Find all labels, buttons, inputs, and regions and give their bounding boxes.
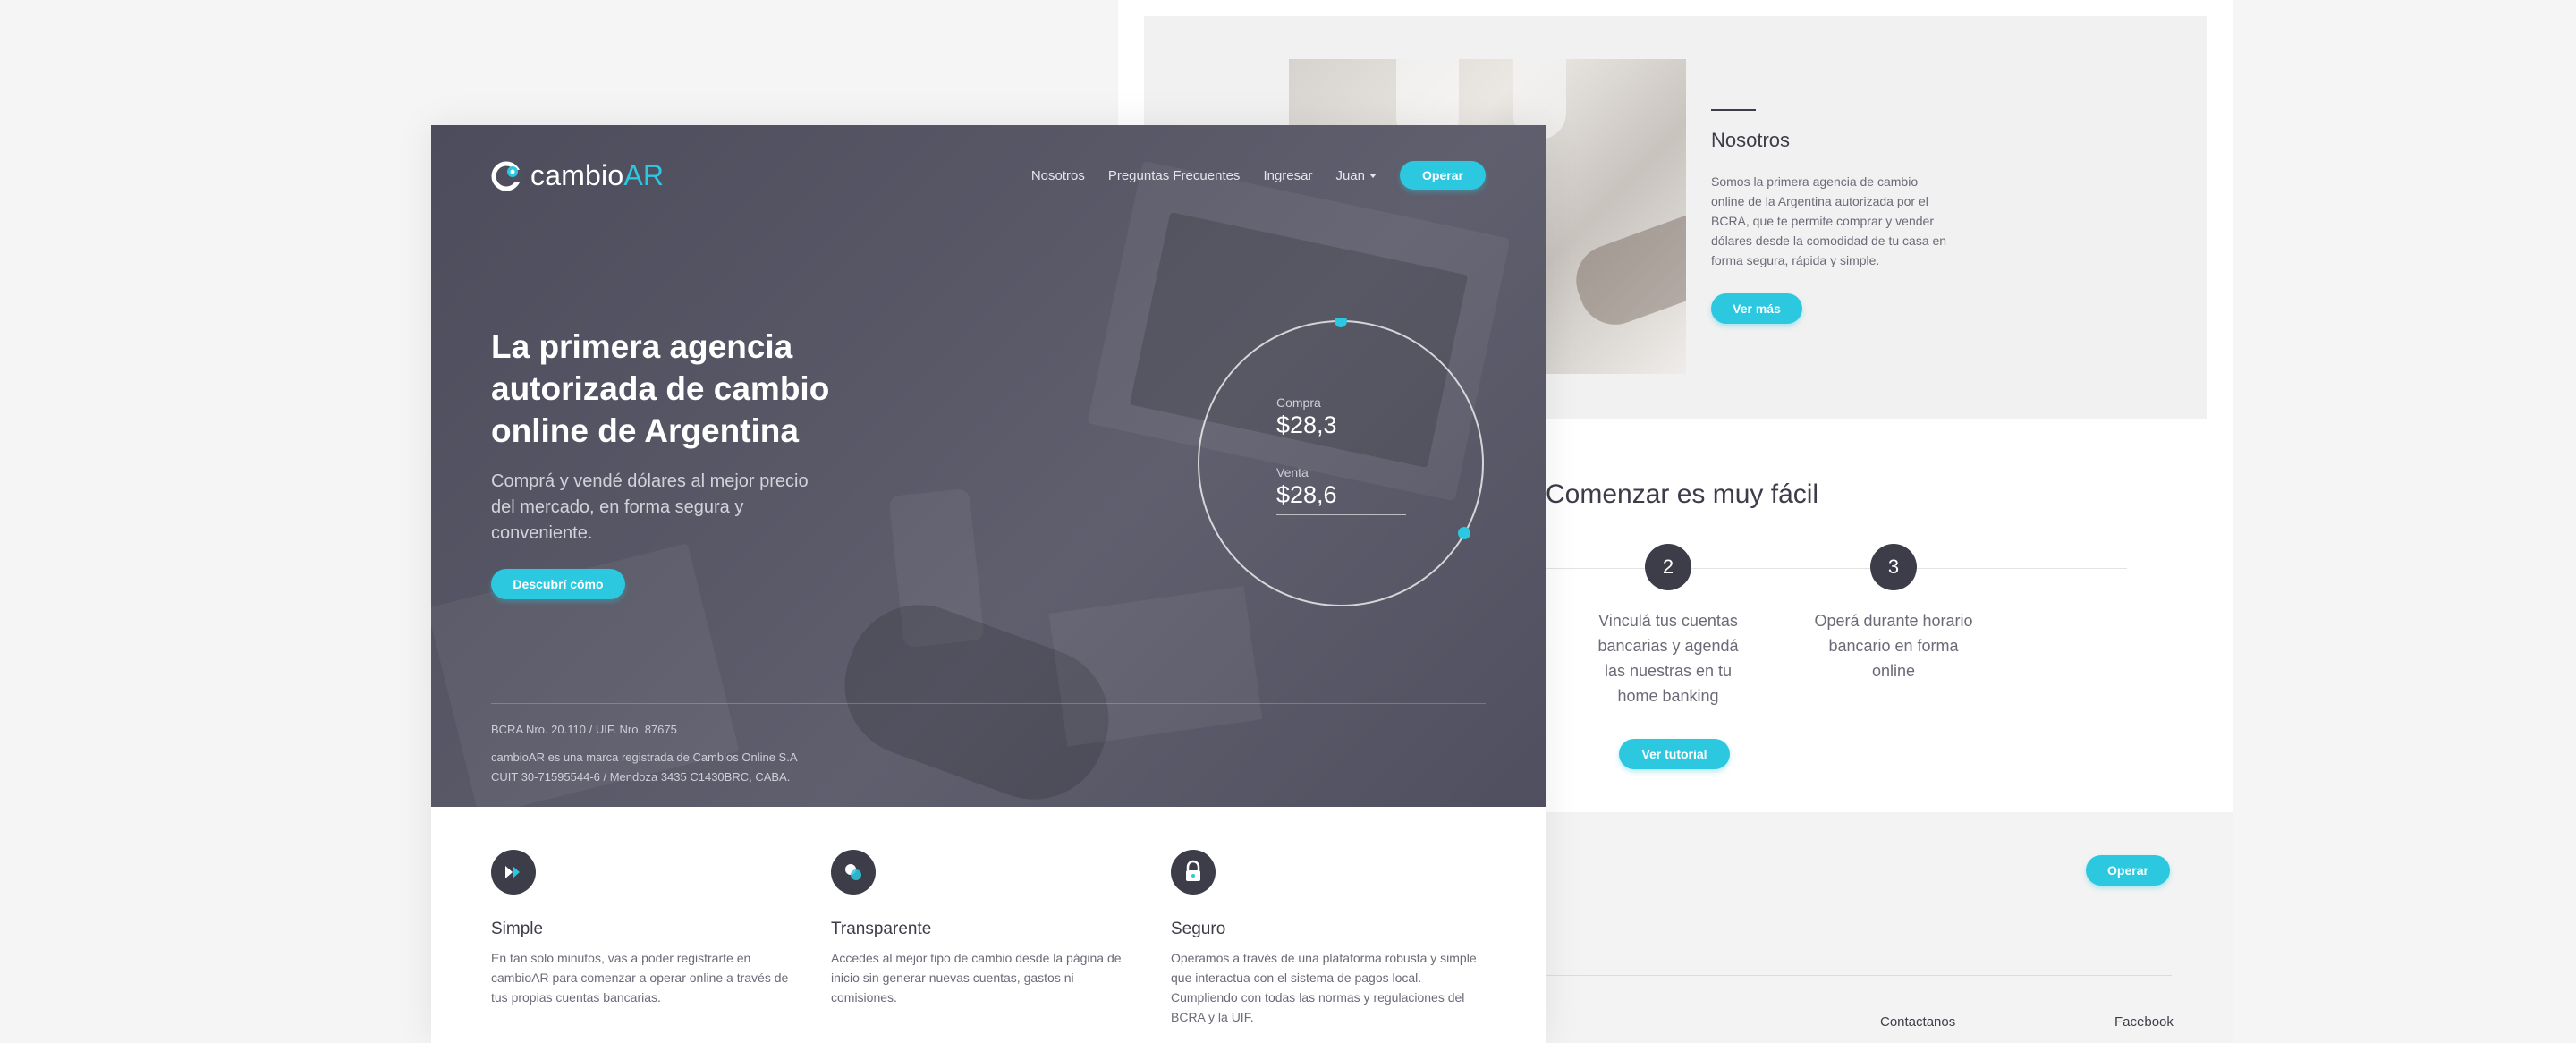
logo[interactable]: cambioAR bbox=[491, 157, 664, 193]
step-item: 3 Operá durante horario bancario en form… bbox=[1809, 544, 1979, 683]
transparent-circles-icon bbox=[831, 850, 876, 895]
logo-text: cambioAR bbox=[530, 159, 664, 192]
about-text: Nosotros Somos la primera agencia de cam… bbox=[1711, 109, 1953, 324]
compra-label: Compra bbox=[1276, 395, 1321, 410]
rate-ring bbox=[1198, 318, 1484, 606]
ver-tutorial-button[interactable]: Ver tutorial bbox=[1619, 739, 1730, 769]
step-text: Operá durante horario bancario en forma … bbox=[1814, 612, 1973, 680]
feature-transparente: Transparente Accedés al mejor tipo de ca… bbox=[831, 850, 1140, 1007]
contactanos-link[interactable]: Contactanos bbox=[1880, 1014, 1955, 1030]
photo-shape bbox=[1566, 203, 1686, 335]
ver-mas-button[interactable]: Ver más bbox=[1711, 293, 1802, 324]
lock-icon bbox=[1171, 850, 1216, 895]
feature-seguro: Seguro Operamos a través de una platafor… bbox=[1171, 850, 1480, 1027]
nav-link-preguntas-frecuentes[interactable]: Preguntas Frecuentes bbox=[1108, 168, 1241, 183]
legal-address-line: CUIT 30-71595544-6 / Mendoza 3435 C1430B… bbox=[491, 770, 791, 784]
hero-section: cambioAR Nosotros Preguntas Frecuentes I… bbox=[431, 125, 1546, 807]
cambioar-logo-icon bbox=[491, 159, 523, 191]
venta-value: $28,6 bbox=[1276, 481, 1406, 515]
compra-rate: Compra $28,3 bbox=[1276, 395, 1406, 445]
fast-forward-icon bbox=[491, 850, 536, 895]
nav-link-ingresar[interactable]: Ingresar bbox=[1263, 168, 1312, 183]
feature-title: Simple bbox=[491, 920, 544, 938]
about-body: Somos la primera agencia de cambio onlin… bbox=[1711, 174, 1947, 267]
nav-link-nosotros[interactable]: Nosotros bbox=[1031, 168, 1085, 183]
legal-company-line: cambioAR es una marca registrada de Camb… bbox=[491, 750, 798, 764]
step-number: 2 bbox=[1645, 544, 1691, 590]
ring-marker-dot bbox=[1335, 318, 1347, 327]
venta-rate: Venta $28,6 bbox=[1276, 465, 1406, 515]
step-item: 2 Vinculá tus cuentas bancarias y agendá… bbox=[1592, 544, 1744, 708]
feature-simple: Simple En tan solo minutos, vas a poder … bbox=[491, 850, 801, 1007]
feature-body: Operamos a través de una plataforma robu… bbox=[1171, 951, 1477, 1024]
compra-value: $28,3 bbox=[1276, 411, 1406, 445]
logo-text-main: cambio bbox=[530, 158, 624, 191]
steps-title: Comenzar es muy fácil bbox=[1546, 479, 1819, 509]
step-number: 3 bbox=[1870, 544, 1917, 590]
footer-operar-button[interactable]: Operar bbox=[2086, 855, 2170, 886]
facebook-link[interactable]: Facebook bbox=[2114, 1014, 2174, 1030]
top-nav: cambioAR Nosotros Preguntas Frecuentes I… bbox=[491, 157, 1486, 193]
nav-operar-button[interactable]: Operar bbox=[1400, 161, 1486, 190]
front-page-preview: cambioAR Nosotros Preguntas Frecuentes I… bbox=[431, 125, 1546, 1043]
caret-down-icon bbox=[1369, 173, 1377, 178]
feature-title: Seguro bbox=[1171, 920, 1226, 938]
feature-body: Accedés al mejor tipo de cambio desde la… bbox=[831, 951, 1122, 1005]
legal-registration: BCRA Nro. 20.110 / UIF. Nro. 87675 bbox=[491, 723, 677, 736]
hero-title: La primera agencia autorizada de cambio … bbox=[491, 328, 830, 449]
about-divider bbox=[1711, 109, 1756, 111]
step-text: Vinculá tus cuentas bancarias y agendá l… bbox=[1597, 612, 1739, 705]
hero-subtitle: Comprá y vendé dólares al mejor precio d… bbox=[491, 471, 809, 543]
nav-links: Nosotros Preguntas Frecuentes Ingresar J… bbox=[1008, 157, 1486, 193]
feature-body: En tan solo minutos, vas a poder registr… bbox=[491, 951, 789, 1005]
ring-marker-dot bbox=[1458, 527, 1470, 539]
descubri-como-button[interactable]: Descubrí cómo bbox=[491, 569, 625, 599]
logo-text-accent: AR bbox=[623, 158, 665, 191]
about-title: Nosotros bbox=[1711, 129, 1791, 151]
user-menu[interactable]: Juan bbox=[1335, 168, 1377, 183]
user-name: Juan bbox=[1335, 167, 1365, 183]
legal-company: cambioAR es una marca registrada de Camb… bbox=[491, 748, 867, 787]
footer-divider bbox=[1546, 975, 2172, 976]
feature-title: Transparente bbox=[831, 920, 932, 938]
venta-label: Venta bbox=[1276, 465, 1309, 479]
hero-bg-paper bbox=[1048, 586, 1263, 747]
hero-divider bbox=[491, 703, 1486, 704]
